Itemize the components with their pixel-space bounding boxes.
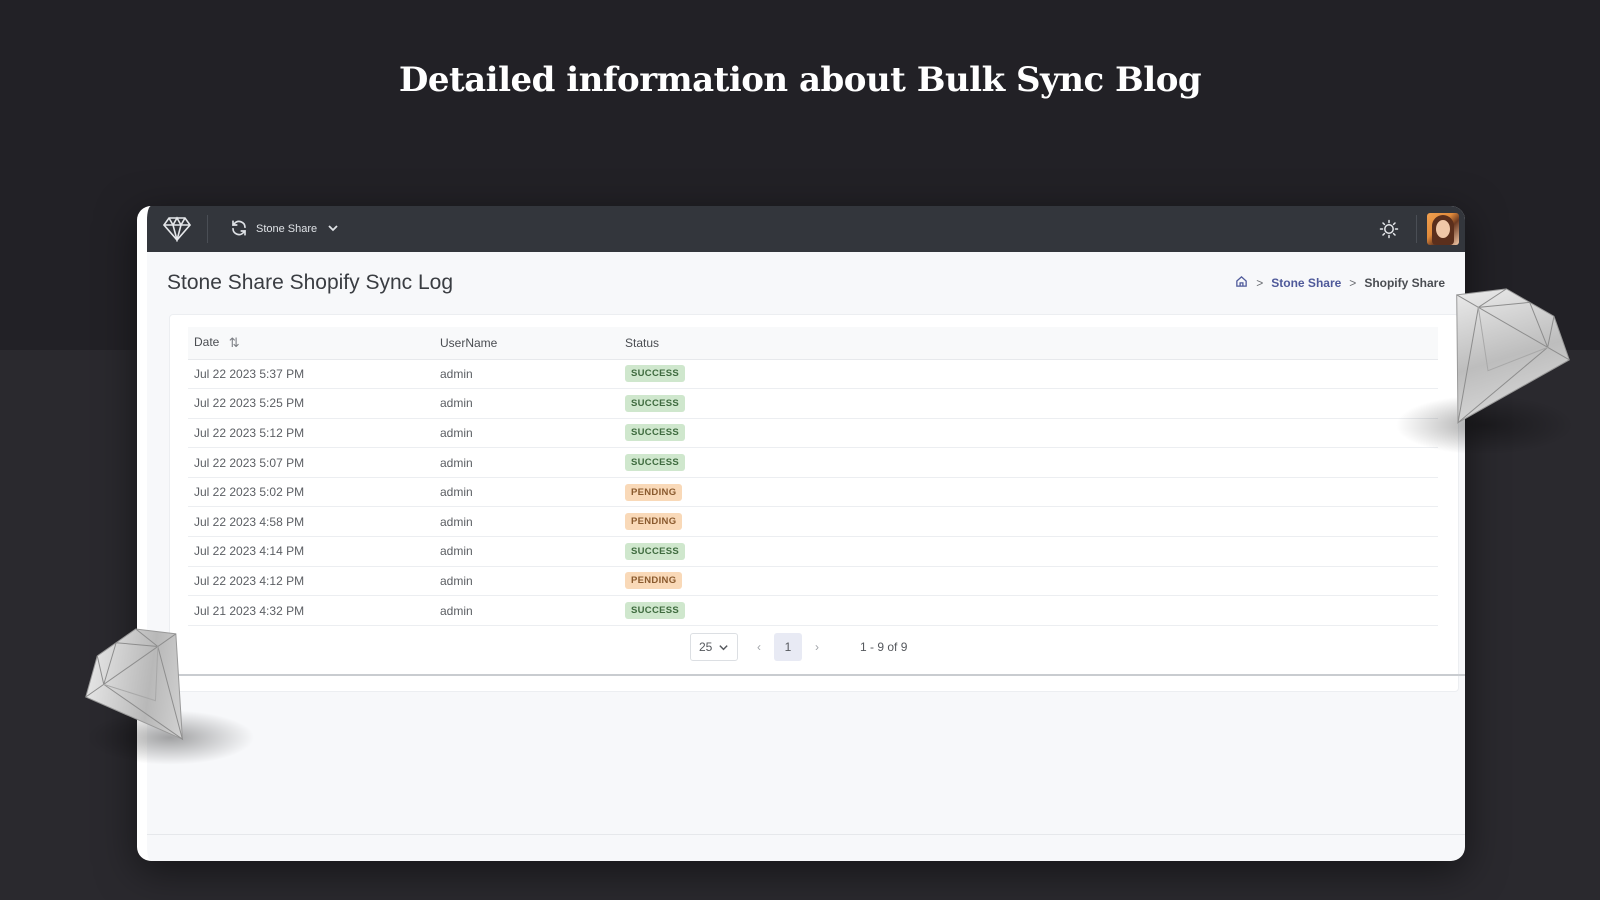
status-badge: PENDING <box>625 483 683 501</box>
home-icon[interactable] <box>1235 275 1248 291</box>
status-badge: SUCCESS <box>625 542 686 560</box>
status-badge: PENDING <box>625 513 683 531</box>
app-window: Stone Share Stone Share Shopify Sync Log <box>137 206 1465 861</box>
navbar-divider <box>207 215 208 243</box>
footer-divider <box>147 834 1465 835</box>
sun-icon[interactable] <box>1374 206 1404 252</box>
cell-username: admin <box>434 359 619 390</box>
status-badge: PENDING <box>625 572 683 590</box>
table-row: Jul 22 2023 5:25 PM admin SUCCESS <box>188 388 1438 419</box>
hero-title: Detailed information about Bulk Sync Blo… <box>398 60 1202 100</box>
navbar-divider-right <box>1416 215 1417 243</box>
cell-status: SUCCESS <box>619 388 1438 419</box>
top-navbar: Stone Share <box>147 206 1465 252</box>
table-row: Jul 22 2023 5:07 PM admin SUCCESS <box>188 447 1438 478</box>
cell-date: Jul 22 2023 4:14 PM <box>188 536 434 567</box>
cell-status: SUCCESS <box>619 359 1438 390</box>
table-body: Jul 22 2023 5:37 PM admin SUCCESS Jul 22 20… <box>188 359 1438 626</box>
cell-username: admin <box>434 566 619 597</box>
diamond-icon[interactable] <box>147 206 207 252</box>
diamond-image-right <box>1456 288 1570 424</box>
table-row: Jul 22 2023 5:37 PM admin SUCCESS <box>188 359 1438 390</box>
cell-username: admin <box>434 447 619 478</box>
table-row: Jul 22 2023 5:02 PM admin PENDING <box>188 477 1438 508</box>
status-badge: SUCCESS <box>625 365 686 383</box>
page-title: Stone Share Shopify Sync Log <box>167 271 454 294</box>
cell-date: Jul 22 2023 5:37 PM <box>188 359 434 390</box>
cell-date: Jul 22 2023 5:12 PM <box>188 418 434 449</box>
sync-icon[interactable] <box>230 219 248 240</box>
table-header-row: Date ⇅ UserName Status <box>188 327 1438 360</box>
diamond-image-left <box>85 628 184 741</box>
store-name: Stone Share <box>256 223 318 235</box>
status-badge: SUCCESS <box>625 424 686 442</box>
breadcrumb-stone-share[interactable]: Stone Share <box>1271 276 1341 290</box>
table-row: Jul 22 2023 4:12 PM admin PENDING <box>188 566 1438 597</box>
breadcrumb-separator: > <box>1256 276 1264 290</box>
chevron-down-icon[interactable] <box>327 222 339 237</box>
column-header-username: UserName <box>434 327 619 360</box>
sync-log-table: Date ⇅ UserName Status Jul 22 2023 5:37 … <box>188 327 1438 626</box>
cell-username: admin <box>434 388 619 419</box>
cell-username: admin <box>434 477 619 508</box>
cell-username: admin <box>434 595 619 626</box>
cell-date: Jul 21 2023 4:32 PM <box>188 595 434 626</box>
cell-username: admin <box>434 418 619 449</box>
breadcrumb-separator: > <box>1349 276 1357 290</box>
chevron-down-icon <box>719 644 728 650</box>
cell-username: admin <box>434 506 619 538</box>
user-avatar[interactable] <box>1427 213 1459 245</box>
cell-status: PENDING <box>619 566 1438 597</box>
sort-icon[interactable]: ⇅ <box>229 335 240 351</box>
cell-date: Jul 22 2023 4:12 PM <box>188 566 434 597</box>
table-row: Jul 22 2023 4:58 PM admin PENDING <box>188 506 1438 538</box>
pagination: 25 ‹ 1 › 1 - 9 of 9 <box>690 633 907 661</box>
sync-log-card: Date ⇅ UserName Status Jul 22 2023 5:37 … <box>169 314 1459 692</box>
cell-date: Jul 22 2023 5:07 PM <box>188 447 434 478</box>
table-row: Jul 22 2023 4:14 PM admin SUCCESS <box>188 536 1438 567</box>
per-page-select[interactable]: 25 <box>690 633 738 661</box>
store-selector[interactable]: Stone Share <box>230 219 339 240</box>
next-page-button[interactable]: › <box>802 640 832 654</box>
table-row: Jul 21 2023 4:32 PM admin SUCCESS <box>188 595 1438 626</box>
cell-status: SUCCESS <box>619 536 1438 567</box>
column-header-date[interactable]: Date ⇅ <box>188 327 434 360</box>
status-badge: SUCCESS <box>625 602 686 620</box>
cell-status: SUCCESS <box>619 595 1438 626</box>
page-header: Stone Share Shopify Sync Log > Stone Sha… <box>167 268 1445 298</box>
cell-date: Jul 22 2023 5:02 PM <box>188 477 434 508</box>
page-1-button[interactable]: 1 <box>774 633 802 661</box>
cell-status: PENDING <box>619 506 1438 538</box>
cell-username: admin <box>434 536 619 567</box>
column-header-status: Status <box>619 327 1438 360</box>
content-divider <box>147 674 1465 676</box>
status-badge: SUCCESS <box>625 394 686 412</box>
cell-date: Jul 22 2023 5:25 PM <box>188 388 434 419</box>
status-badge: SUCCESS <box>625 454 686 472</box>
cell-status: SUCCESS <box>619 447 1438 478</box>
pagination-info: 1 - 9 of 9 <box>860 640 908 654</box>
prev-page-button[interactable]: ‹ <box>744 640 774 654</box>
cell-status: SUCCESS <box>619 418 1438 449</box>
cell-status: PENDING <box>619 477 1438 508</box>
table-row: Jul 22 2023 5:12 PM admin SUCCESS <box>188 418 1438 449</box>
cell-date: Jul 22 2023 4:58 PM <box>188 506 434 538</box>
